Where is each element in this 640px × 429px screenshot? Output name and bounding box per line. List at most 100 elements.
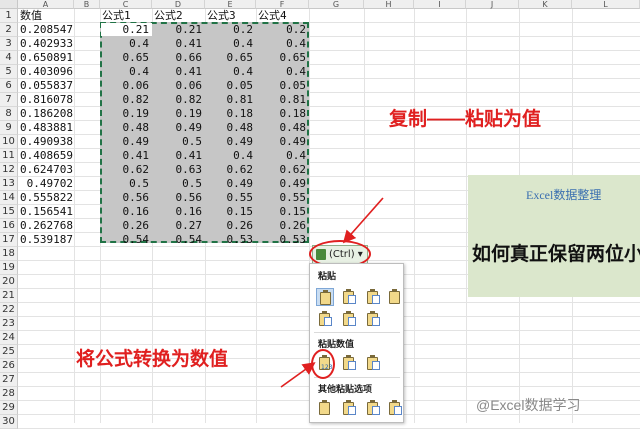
column-header[interactable]: H xyxy=(364,0,414,9)
column-header[interactable]: J xyxy=(466,0,519,9)
formula-cell[interactable]: 0.48 xyxy=(256,121,307,135)
column-title-cell[interactable]: 公式1 xyxy=(100,9,152,23)
formula-cell[interactable]: 0.54 xyxy=(152,233,203,247)
formula-cell[interactable]: 0.26 xyxy=(100,219,150,233)
paste-link-icon[interactable] xyxy=(340,399,358,417)
formula-cell[interactable]: 0.63 xyxy=(152,163,203,177)
formula-cell[interactable]: 0.05 xyxy=(205,79,254,93)
formula-cell[interactable]: 0.62 xyxy=(256,163,307,177)
row-header[interactable]: 19 xyxy=(0,261,18,275)
formula-cell[interactable]: 0.56 xyxy=(100,191,150,205)
row-header[interactable]: 9 xyxy=(0,121,18,135)
column-header[interactable]: F xyxy=(256,0,309,9)
formula-cell[interactable]: 0.56 xyxy=(152,191,203,205)
formula-cell[interactable]: 0.49 xyxy=(256,135,307,149)
formula-cell[interactable]: 0.53 xyxy=(205,233,254,247)
formula-cell[interactable]: 0.4 xyxy=(256,37,307,51)
formula-cell[interactable]: 0.06 xyxy=(100,79,150,93)
formula-cell[interactable]: 0.41 xyxy=(152,65,203,79)
value-cell[interactable]: 0.156541 xyxy=(18,205,74,219)
row-header[interactable]: 24 xyxy=(0,331,18,345)
paste-values-number-format-icon[interactable] xyxy=(340,354,358,372)
row-header[interactable]: 27 xyxy=(0,373,18,387)
row-header[interactable]: 15 xyxy=(0,205,18,219)
formula-cell[interactable]: 0.19 xyxy=(100,107,150,121)
row-header[interactable]: 5 xyxy=(0,65,18,79)
formula-cell[interactable]: 0.16 xyxy=(152,205,203,219)
formula-cell[interactable]: 0.16 xyxy=(100,205,150,219)
column-title-cell[interactable]: 公式2 xyxy=(152,9,205,23)
formula-cell[interactable]: 0.49 xyxy=(152,121,203,135)
column-header[interactable]: K xyxy=(519,0,572,9)
column-header[interactable]: B xyxy=(74,0,100,9)
value-cell[interactable]: 0.816078 xyxy=(18,93,74,107)
formula-cell[interactable]: 0.4 xyxy=(256,149,307,163)
row-header[interactable]: 6 xyxy=(0,79,18,93)
formula-cell[interactable]: 0.81 xyxy=(205,93,254,107)
value-cell[interactable]: 0.49702 xyxy=(18,177,74,191)
formula-cell[interactable]: 0.55 xyxy=(256,191,307,205)
formula-cell[interactable]: 0.53 xyxy=(256,233,307,247)
row-header[interactable]: 25 xyxy=(0,345,18,359)
column-title-cell[interactable]: 数值 xyxy=(18,9,74,23)
formula-cell[interactable]: 0.4 xyxy=(205,37,254,51)
value-cell[interactable]: 0.403096 xyxy=(18,65,74,79)
formula-cell[interactable]: 0.26 xyxy=(256,219,307,233)
transpose-icon[interactable] xyxy=(364,310,382,328)
formula-cell[interactable]: 0.18 xyxy=(205,107,254,121)
row-header[interactable]: 23 xyxy=(0,317,18,331)
paste-formatting-icon[interactable] xyxy=(316,399,334,417)
formula-cell[interactable]: 0.62 xyxy=(205,163,254,177)
formula-cell[interactable]: 0.54 xyxy=(100,233,150,247)
formula-cell[interactable]: 0.4 xyxy=(205,149,254,163)
formula-cell[interactable]: 0.48 xyxy=(100,121,150,135)
row-header[interactable]: 1 xyxy=(0,9,18,23)
paste-formulas-number-format-icon[interactable] xyxy=(364,288,382,306)
value-cell[interactable]: 0.650891 xyxy=(18,51,74,65)
value-cell[interactable]: 0.186208 xyxy=(18,107,74,121)
row-header[interactable]: 4 xyxy=(0,51,18,65)
formula-cell[interactable]: 0.49 xyxy=(256,177,307,191)
formula-cell[interactable]: 0.5 xyxy=(100,177,150,191)
value-cell[interactable]: 0.055837 xyxy=(18,79,74,93)
formula-cell[interactable]: 0.15 xyxy=(205,205,254,219)
select-all-corner[interactable] xyxy=(0,0,18,9)
formula-cell[interactable]: 0.21 xyxy=(100,23,150,37)
row-header[interactable]: 30 xyxy=(0,415,18,429)
column-header[interactable]: E xyxy=(205,0,256,9)
formula-cell[interactable]: 0.82 xyxy=(100,93,150,107)
formula-cell[interactable]: 0.41 xyxy=(100,149,150,163)
formula-cell[interactable]: 0.2 xyxy=(205,23,254,37)
formula-cell[interactable]: 0.65 xyxy=(100,51,150,65)
row-header[interactable]: 12 xyxy=(0,163,18,177)
formula-cell[interactable]: 0.19 xyxy=(152,107,203,121)
value-cell[interactable]: 0.490938 xyxy=(18,135,74,149)
formula-cell[interactable]: 0.66 xyxy=(152,51,203,65)
row-header[interactable]: 22 xyxy=(0,303,18,317)
formula-cell[interactable]: 0.18 xyxy=(256,107,307,121)
column-header[interactable]: I xyxy=(414,0,466,9)
column-header[interactable]: A xyxy=(18,0,74,9)
column-title-cell[interactable]: 公式3 xyxy=(205,9,256,23)
formula-cell[interactable]: 0.5 xyxy=(152,135,203,149)
column-header[interactable]: C xyxy=(100,0,152,9)
value-cell[interactable]: 0.555822 xyxy=(18,191,74,205)
row-header[interactable]: 18 xyxy=(0,247,18,261)
formula-cell[interactable]: 0.41 xyxy=(152,37,203,51)
formula-cell[interactable]: 0.65 xyxy=(205,51,254,65)
row-header[interactable]: 13 xyxy=(0,177,18,191)
row-header[interactable]: 10 xyxy=(0,135,18,149)
formula-cell[interactable]: 0.41 xyxy=(152,149,203,163)
formula-cell[interactable]: 0.49 xyxy=(205,135,254,149)
formula-cell[interactable]: 0.05 xyxy=(256,79,307,93)
formula-cell[interactable]: 0.21 xyxy=(152,23,203,37)
value-cell[interactable]: 0.624703 xyxy=(18,163,74,177)
row-header[interactable]: 2 xyxy=(0,23,18,37)
paste-formulas-icon[interactable] xyxy=(340,288,358,306)
formula-cell[interactable]: 0.65 xyxy=(256,51,307,65)
row-header[interactable]: 17 xyxy=(0,233,18,247)
value-cell[interactable]: 0.402933 xyxy=(18,37,74,51)
formula-cell[interactable]: 0.62 xyxy=(100,163,150,177)
value-cell[interactable]: 0.483881 xyxy=(18,121,74,135)
formula-cell[interactable]: 0.49 xyxy=(100,135,150,149)
